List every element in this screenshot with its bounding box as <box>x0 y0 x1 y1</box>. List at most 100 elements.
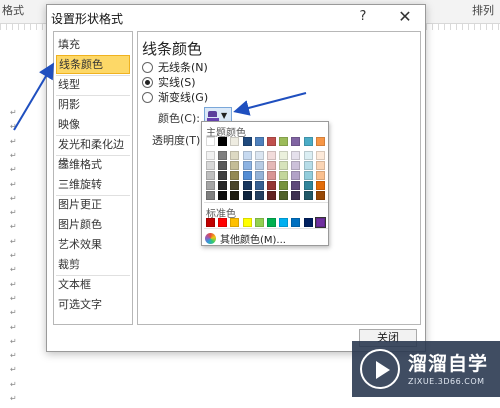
color-swatch[interactable] <box>267 218 276 227</box>
color-swatch[interactable] <box>230 171 240 180</box>
color-swatch[interactable] <box>230 137 240 146</box>
transparency-label: 透明度(T): <box>152 134 205 147</box>
color-swatch[interactable] <box>279 151 289 160</box>
color-swatch[interactable] <box>230 218 240 227</box>
radio-button[interactable] <box>142 91 153 103</box>
color-swatch[interactable] <box>242 181 252 190</box>
color-swatch[interactable] <box>254 181 264 190</box>
nav-item[interactable]: 裁剪 <box>56 255 130 274</box>
color-swatch[interactable] <box>242 151 252 160</box>
radio-gradient-line[interactable]: 渐变线(G) <box>142 90 208 104</box>
color-swatch[interactable] <box>303 171 313 180</box>
color-swatch[interactable] <box>242 161 252 170</box>
color-swatch[interactable] <box>218 191 228 200</box>
radio-button[interactable] <box>142 76 153 88</box>
color-swatch[interactable] <box>303 161 313 170</box>
color-swatch[interactable] <box>218 161 228 170</box>
close-icon[interactable]: ✕ <box>393 7 417 27</box>
color-swatch[interactable] <box>291 181 301 190</box>
color-swatch[interactable] <box>291 191 301 200</box>
divider <box>204 228 328 229</box>
color-swatch[interactable] <box>218 171 228 180</box>
nav-item[interactable]: 线型 <box>56 75 130 94</box>
color-swatch[interactable] <box>230 161 240 170</box>
color-swatch[interactable] <box>315 191 325 200</box>
color-swatch[interactable] <box>291 218 301 227</box>
nav-item[interactable]: 映像 <box>56 115 130 134</box>
color-swatch[interactable] <box>254 218 264 227</box>
color-swatch[interactable] <box>206 137 215 146</box>
radio-label: 无线条(N) <box>158 61 208 74</box>
radio-solid-line[interactable]: 实线(S) <box>142 75 196 89</box>
nav-item[interactable]: 图片更正 <box>56 195 130 214</box>
nav-item[interactable]: 三维格式 <box>56 155 130 174</box>
color-swatch[interactable] <box>303 218 313 227</box>
color-swatch[interactable] <box>206 151 215 160</box>
color-swatch[interactable] <box>230 151 240 160</box>
color-swatch[interactable] <box>230 181 240 190</box>
color-swatch[interactable] <box>206 181 215 190</box>
color-swatch[interactable] <box>315 171 325 180</box>
color-swatch[interactable] <box>279 191 289 200</box>
paragraph-mark: ↵ <box>10 208 17 218</box>
color-swatch[interactable] <box>218 137 228 146</box>
paint-bucket-icon <box>207 109 219 121</box>
color-swatch[interactable] <box>218 181 228 190</box>
color-swatch[interactable] <box>242 137 252 146</box>
color-swatch[interactable] <box>279 218 289 227</box>
color-swatch[interactable] <box>267 171 276 180</box>
nav-item[interactable]: 可选文字 <box>56 295 130 314</box>
color-swatch[interactable] <box>230 191 240 200</box>
nav-item[interactable]: 文本框 <box>56 275 130 294</box>
color-swatch[interactable] <box>206 191 215 200</box>
dialog-title: 设置形状格式 <box>51 12 124 26</box>
color-swatch[interactable] <box>254 191 264 200</box>
color-swatch[interactable] <box>315 151 325 160</box>
nav-item[interactable]: 填充 <box>56 35 130 54</box>
color-swatch[interactable] <box>242 218 252 227</box>
color-swatch[interactable] <box>254 137 264 146</box>
radio-button[interactable] <box>142 61 153 73</box>
color-swatch[interactable] <box>267 191 276 200</box>
color-swatch[interactable] <box>314 217 326 228</box>
nav-item[interactable]: 阴影 <box>56 95 130 114</box>
color-swatch[interactable] <box>303 151 313 160</box>
radio-no-line[interactable]: 无线条(N) <box>142 60 208 74</box>
color-swatch[interactable] <box>279 137 289 146</box>
color-swatch[interactable] <box>291 137 301 146</box>
color-swatch[interactable] <box>267 181 276 190</box>
color-swatch[interactable] <box>279 171 289 180</box>
color-swatch[interactable] <box>315 161 325 170</box>
color-swatch[interactable] <box>315 181 325 190</box>
color-swatch[interactable] <box>254 161 264 170</box>
nav-item[interactable]: 线条颜色 <box>56 55 130 74</box>
color-swatch[interactable] <box>303 191 313 200</box>
color-swatch[interactable] <box>279 161 289 170</box>
color-swatch[interactable] <box>267 137 276 146</box>
color-swatch[interactable] <box>267 161 276 170</box>
color-swatch[interactable] <box>254 171 264 180</box>
color-swatch[interactable] <box>291 161 301 170</box>
color-swatch[interactable] <box>291 171 301 180</box>
nav-item[interactable]: 图片颜色 <box>56 215 130 234</box>
color-swatch[interactable] <box>254 151 264 160</box>
color-swatch[interactable] <box>218 218 228 227</box>
nav-item[interactable]: 艺术效果 <box>56 235 130 254</box>
paragraph-mark: ↵ <box>10 365 17 375</box>
color-swatch[interactable] <box>218 151 228 160</box>
color-swatch[interactable] <box>303 181 313 190</box>
color-swatch[interactable] <box>279 181 289 190</box>
color-swatch[interactable] <box>315 137 325 146</box>
color-swatch[interactable] <box>242 191 252 200</box>
nav-item[interactable]: 发光和柔化边缘 <box>56 135 130 170</box>
nav-item[interactable]: 三维旋转 <box>56 175 130 194</box>
more-colors-item[interactable]: 其他颜色(M)... <box>205 231 286 246</box>
color-swatch[interactable] <box>291 151 301 160</box>
color-swatch[interactable] <box>303 137 313 146</box>
color-swatch[interactable] <box>206 161 215 170</box>
help-button[interactable]: ? <box>353 7 373 27</box>
color-swatch[interactable] <box>267 151 276 160</box>
color-swatch[interactable] <box>242 171 252 180</box>
color-swatch[interactable] <box>206 171 215 180</box>
color-swatch[interactable] <box>206 218 215 227</box>
